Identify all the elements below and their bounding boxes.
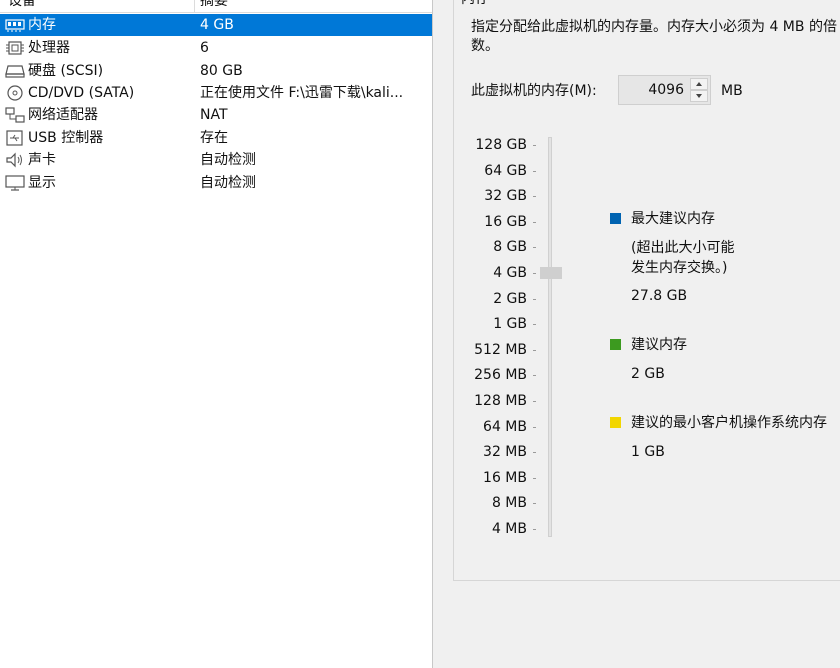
- device-list-panel: 设备 摘要 内存 4 GB 处理器 6 硬盘 (SCSI) 80 GB CD/D…: [0, 0, 433, 668]
- scale-label: 4 MB: [491, 521, 527, 537]
- device-summary: 80 GB: [200, 63, 243, 79]
- scale-label: 64 MB: [483, 418, 527, 435]
- device-summary: 存在: [200, 130, 228, 146]
- vm-memory-spinbox[interactable]: 4096: [618, 75, 711, 105]
- min-guest-square-icon: [610, 417, 621, 428]
- network-adapter-icon: [5, 107, 25, 123]
- device-row-hard-disk[interactable]: 硬盘 (SCSI) 80 GB: [0, 60, 432, 82]
- scale-label: 512 MB: [474, 341, 527, 358]
- scale-tick: [533, 452, 536, 454]
- scale-label: 16 GB: [484, 213, 527, 230]
- recommended-title: 建议内存: [631, 337, 687, 353]
- scale-tick: [533, 145, 536, 146]
- usb-icon: [6, 130, 23, 146]
- scale-label: 8 MB: [491, 495, 527, 512]
- device-summary: 正在使用文件 F:\迅雷下载\kali...: [200, 85, 404, 101]
- vm-memory-input[interactable]: 4096: [648, 76, 684, 104]
- scale-tick: [533, 324, 536, 326]
- column-summary[interactable]: 摘要: [200, 0, 228, 12]
- recommended-square-icon: [610, 339, 621, 350]
- cpu-icon: [6, 41, 24, 55]
- device-row-network-adapter[interactable]: 网络适配器 NAT: [0, 104, 432, 126]
- device-list-header: 设备 摘要: [0, 0, 432, 13]
- device-name: 处理器: [28, 40, 70, 56]
- scale-label: 128 MB: [474, 393, 527, 409]
- device-name: 硬盘 (SCSI): [28, 63, 104, 79]
- device-name: 网络适配器: [28, 107, 98, 123]
- recommended-value: 2 GB: [631, 366, 665, 382]
- max-recommended-value: 27.8 GB: [631, 288, 688, 304]
- device-name: 显示: [28, 175, 56, 191]
- device-name: CD/DVD (SATA): [28, 85, 135, 101]
- scale-tick: [533, 375, 536, 377]
- max-recommended-note-2: 发生内存交换。): [631, 260, 728, 276]
- scale-label: 2 GB: [493, 290, 527, 307]
- device-summary: 自动检测: [200, 152, 256, 168]
- column-divider[interactable]: [194, 0, 195, 12]
- memory-slider-track[interactable]: [548, 137, 552, 537]
- device-name: 声卡: [28, 152, 56, 168]
- device-name: 内存: [28, 17, 56, 33]
- hard-disk-icon: [5, 65, 25, 78]
- scale-tick: [533, 221, 536, 223]
- spin-buttons: [690, 78, 708, 102]
- scale-tick: [533, 529, 536, 530]
- device-row-memory[interactable]: 内存 4 GB: [0, 14, 432, 36]
- spin-down-icon[interactable]: [690, 90, 708, 102]
- memory-icon: [5, 19, 25, 32]
- device-summary: 自动检测: [200, 175, 256, 191]
- scale-tick: [533, 273, 536, 274]
- device-row-display[interactable]: 显示 自动检测: [0, 172, 432, 194]
- device-summary: 6: [200, 40, 209, 56]
- min-guest-value: 1 GB: [631, 444, 665, 460]
- cd-dvd-icon: [7, 85, 23, 101]
- vm-memory-label: 此虚拟机的内存(M):: [471, 83, 597, 99]
- max-recommended-square-icon: [610, 213, 621, 224]
- scale-tick: [533, 401, 536, 402]
- scale-label: 32 GB: [484, 188, 527, 205]
- scale-label: 16 MB: [483, 469, 527, 486]
- monitor-icon: [5, 175, 25, 191]
- device-row-cpu[interactable]: 处理器 6: [0, 37, 432, 59]
- vm-memory-unit: MB: [721, 83, 743, 99]
- scale-label: 32 MB: [483, 444, 527, 461]
- device-summary: 4 GB: [200, 17, 234, 33]
- memory-description: 指定分配给此虚拟机的内存量。内存大小必须为 4 MB 的倍数。: [471, 19, 837, 54]
- device-row-sound-card[interactable]: 声卡 自动检测: [0, 149, 432, 171]
- scale-label: 64 GB: [484, 162, 527, 179]
- device-name: USB 控制器: [28, 130, 104, 146]
- scale-label: 1 GB: [493, 316, 527, 333]
- scale-tick: [533, 298, 536, 300]
- scale-label: 4 GB: [493, 265, 527, 281]
- memory-slider-thumb[interactable]: [540, 267, 562, 279]
- device-row-cd-dvd[interactable]: CD/DVD (SATA) 正在使用文件 F:\迅雷下载\kali...: [0, 82, 432, 104]
- scale-label: 128 GB: [475, 137, 527, 153]
- scale-tick: [533, 247, 536, 249]
- scale-tick: [533, 349, 536, 351]
- scale-tick: [533, 477, 536, 479]
- scale-label: 8 GB: [493, 239, 527, 256]
- max-recommended-note-1: (超出此大小可能: [631, 240, 735, 256]
- device-summary: NAT: [200, 107, 228, 123]
- scale-tick: [533, 503, 536, 505]
- spin-up-icon[interactable]: [690, 78, 708, 90]
- speaker-icon: [6, 152, 22, 168]
- scale-tick: [533, 426, 536, 428]
- memory-group-title: 内存: [461, 0, 489, 8]
- min-guest-title: 建议的最小客户机操作系统内存: [631, 415, 827, 431]
- scale-label: 256 MB: [474, 367, 527, 384]
- scale-tick: [533, 196, 536, 198]
- device-row-usb[interactable]: USB 控制器 存在: [0, 127, 432, 149]
- scale-tick: [533, 170, 536, 172]
- max-recommended-title: 最大建议内存: [631, 211, 715, 227]
- column-device[interactable]: 设备: [8, 0, 36, 12]
